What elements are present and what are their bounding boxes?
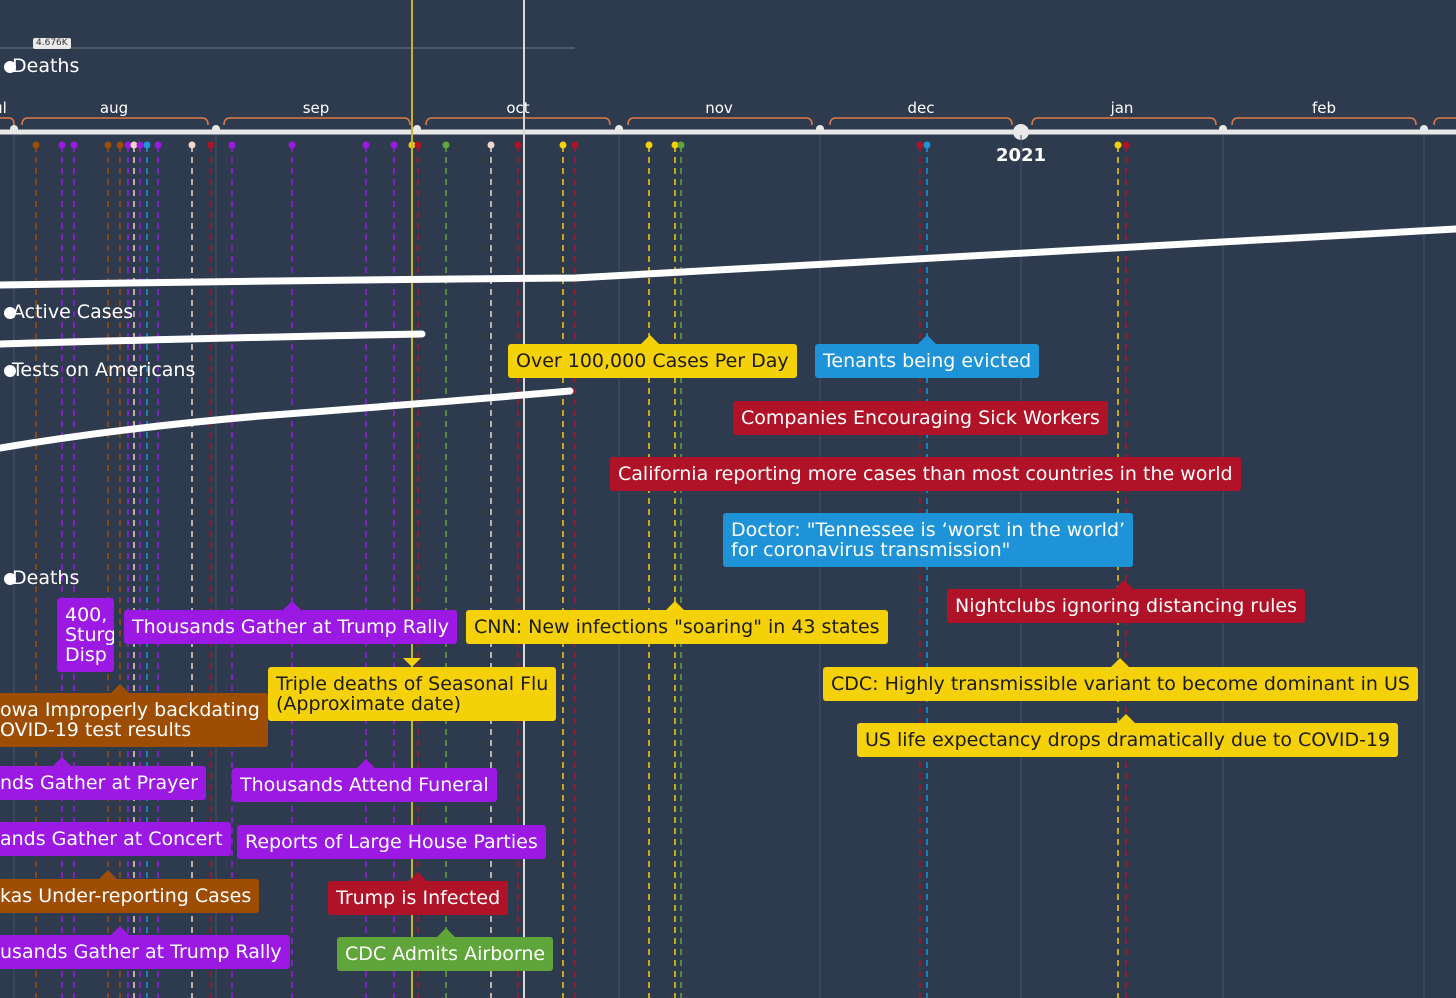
month-jul: ul (0, 99, 7, 117)
tests-curve (0, 387, 574, 452)
event-marker-dot (288, 141, 296, 149)
event-marker-dot (677, 141, 685, 149)
event-marker-dot (362, 141, 370, 149)
event-card[interactable]: CDC Admits Airborne (337, 928, 554, 971)
event-marker-dot (487, 141, 495, 149)
event-marker-dot (923, 141, 931, 149)
deaths-text: Deaths (12, 567, 80, 589)
event-marker-dot (414, 141, 422, 149)
event-marker-dot (514, 141, 522, 149)
event-marker-dot (671, 141, 679, 149)
event-card[interactable]: Thousands Gather at Trump Rally (124, 601, 457, 644)
event-marker-dot (916, 141, 924, 149)
event-marker-dot (645, 141, 653, 149)
event-marker-dot (116, 141, 124, 149)
month-dec: dec (907, 99, 935, 117)
month-jan: jan (1110, 99, 1134, 117)
event-marker-dot (228, 141, 236, 149)
event-card[interactable]: Companies Encouraging Sick Workers (733, 401, 1108, 435)
series-label-tests[interactable]: Tests on Americans (4, 359, 196, 381)
event-marker-dot (130, 141, 138, 149)
tests-text: Tests on Americans (12, 359, 196, 381)
month-sep: sep (302, 99, 330, 117)
event-card[interactable]: Tenants being evicted (815, 335, 1040, 378)
event-marker-dot (70, 141, 78, 149)
event-marker-dot (154, 141, 162, 149)
event-card[interactable]: US life expectancy drops dramatically du… (857, 714, 1399, 757)
event-card[interactable]: nds Gather at Prayer (0, 757, 206, 800)
timeline-stage: 4.676K Deaths ul aug sep oct nov dec jan… (0, 0, 1456, 998)
event-marker-dot (1122, 141, 1130, 149)
event-card[interactable]: Triple deaths of Seasonal Flu (Approxima… (268, 658, 557, 721)
series-label-active-cases[interactable]: Active Cases (4, 301, 134, 323)
event-card[interactable]: Reports of Large House Parties (237, 825, 546, 859)
event-card[interactable]: Trump is Infected (328, 872, 509, 915)
event-card[interactable]: kas Under-reporting Cases (0, 870, 260, 913)
event-card[interactable]: California reporting more cases than mos… (610, 457, 1241, 491)
month-aug: aug (99, 99, 129, 117)
event-card[interactable]: ands Gather at Concert (0, 822, 231, 856)
event-card[interactable]: CNN: New infections "soaring" in 43 stat… (466, 601, 888, 644)
count-badge: 4.676K (33, 38, 71, 49)
event-card[interactable]: owa Improperly backdating OVID-19 test r… (0, 684, 268, 747)
month-nov: nov (705, 99, 733, 117)
event-marker-dot (188, 141, 196, 149)
legend-dot-icon (4, 573, 16, 585)
event-marker-dot (559, 141, 567, 149)
month-brackets (0, 117, 1456, 126)
active-cases-text: Active Cases (12, 301, 134, 323)
month-oct: oct (506, 99, 530, 117)
event-marker-dot (442, 141, 450, 149)
event-card[interactable]: Nightclubs ignoring distancing rules (947, 580, 1306, 623)
event-marker-dot (1114, 141, 1122, 149)
month-feb: feb (1311, 99, 1337, 117)
legend-dot-icon (4, 365, 16, 377)
event-card[interactable]: CDC: Highly transmissible variant to bec… (823, 658, 1418, 701)
event-marker-dot (58, 141, 66, 149)
year-label: 2021 (995, 145, 1047, 166)
event-card[interactable]: usands Gather at Trump Rally (0, 926, 290, 969)
active-cases-curve (0, 330, 426, 348)
event-marker-dot (143, 141, 151, 149)
month-gridlines (13, 135, 1425, 998)
event-marker-dot (124, 141, 132, 149)
event-card[interactable]: Doctor: "Tennessee is ‘worst in the worl… (723, 513, 1134, 567)
event-marker-dot (136, 141, 144, 149)
event-card[interactable]: Thousands Attend Funeral (232, 759, 497, 802)
legend-dot-icon (4, 61, 16, 73)
top-deaths-text: Deaths (12, 55, 80, 77)
event-dash-lines (32, 141, 1130, 998)
event-marker-dot (104, 141, 112, 149)
deaths-curve (0, 225, 1456, 289)
top-deaths-label[interactable]: Deaths (4, 55, 80, 77)
event-marker-dot (207, 141, 215, 149)
event-card[interactable]: 400, Sturg Disp (57, 598, 114, 672)
legend-dot-icon (4, 307, 16, 319)
event-marker-dot (571, 141, 579, 149)
series-label-deaths[interactable]: Deaths (4, 567, 80, 589)
event-marker-dot (32, 141, 40, 149)
event-card[interactable]: Over 100,000 Cases Per Day (508, 335, 797, 378)
event-marker-dot (390, 141, 398, 149)
